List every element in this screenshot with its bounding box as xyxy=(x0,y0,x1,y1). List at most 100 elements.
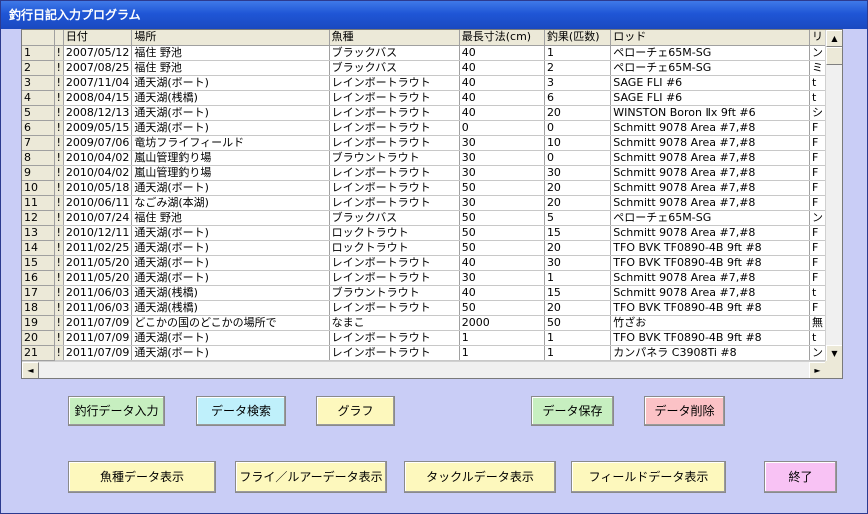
cell-place[interactable]: 通天湖(ボート) xyxy=(131,240,330,256)
cell-max-size[interactable]: 40 xyxy=(459,45,545,61)
cell-date[interactable]: 2007/11/04 xyxy=(63,75,133,91)
cell-place[interactable]: どこかの国のどこかの場所で xyxy=(131,315,330,331)
cell-rod[interactable]: Schmitt 9078 Area #7,#8 xyxy=(610,270,810,286)
row-header[interactable]: 21 xyxy=(22,345,55,361)
cell-rod[interactable]: WINSTON Boron Ⅱx 9ft #6 xyxy=(610,105,810,121)
row-header[interactable]: 16 xyxy=(22,270,55,286)
data-grid[interactable]: 日付 場所 魚種 最長寸法(cm) 釣果(匹数) ロッド リ 1! 2007/05… xyxy=(21,29,843,379)
cell-catch[interactable]: 30 xyxy=(544,255,612,271)
cell-date[interactable]: 2011/05/20 xyxy=(63,255,133,271)
column-header-date[interactable]: 日付 xyxy=(63,30,133,46)
table-row[interactable]: 3! 2007/11/04 通天湖(ボート) レインボートラウト 40 3 SAGE FLI… xyxy=(22,75,826,91)
cell-place[interactable]: 通天湖(ボート) xyxy=(131,120,330,136)
cell-date[interactable]: 2010/07/24 xyxy=(63,210,133,226)
table-row[interactable]: 13! 2010/12/11 通天湖(ボート) ロックトラウト 50 15 Schmitt … xyxy=(22,225,826,241)
cell-place[interactable]: 通天湖(ボート) xyxy=(131,330,330,346)
cell-reel[interactable]: ン xyxy=(809,210,826,226)
cell-max-size[interactable]: 40 xyxy=(459,60,545,76)
column-header-species[interactable]: 魚種 xyxy=(329,30,460,46)
cell-reel[interactable]: t xyxy=(809,75,826,91)
cell-species[interactable]: レインボートラウト xyxy=(329,270,460,286)
cell-reel[interactable]: F xyxy=(809,165,826,181)
cell-max-size[interactable]: 50 xyxy=(459,180,545,196)
cell-reel[interactable]: ン xyxy=(809,345,826,361)
cell-rod[interactable]: Schmitt 9078 Area #7,#8 xyxy=(610,180,810,196)
cell-species[interactable]: ブラックバス xyxy=(329,60,460,76)
table-row[interactable]: 9! 2010/04/02 嵐山管理釣り場 レインボートラウト 30 30 Schmitt … xyxy=(22,165,826,181)
cell-catch[interactable]: 50 xyxy=(544,315,612,331)
cell-species[interactable]: ロックトラウト xyxy=(329,225,460,241)
table-row[interactable]: 12! 2010/07/24 福住 野池 ブラックバス 50 5 ペローチェ65M-SG ン xyxy=(22,210,826,226)
table-row[interactable]: 7! 2009/07/06 竜坊フライフィールド レインボートラウト 30 10 Schmi… xyxy=(22,135,826,151)
cell-catch[interactable]: 0 xyxy=(544,150,612,166)
cell-rod[interactable]: TFO BVK TF0890-4B 9ft #8 xyxy=(610,300,810,316)
data-search-button[interactable]: データ検索 xyxy=(196,396,286,426)
scroll-right-icon[interactable]: ► xyxy=(809,362,826,378)
table-row[interactable]: 15! 2011/05/20 通天湖(ボート) レインボートラウト 40 30 TFO BV… xyxy=(22,255,826,271)
cell-max-size[interactable]: 30 xyxy=(459,195,545,211)
row-header[interactable]: 3 xyxy=(22,75,55,91)
row-header[interactable]: 12 xyxy=(22,210,55,226)
cell-species[interactable]: レインボートラウト xyxy=(329,120,460,136)
cell-date[interactable]: 2010/06/11 xyxy=(63,195,133,211)
cell-max-size[interactable]: 30 xyxy=(459,165,545,181)
cell-reel[interactable]: F xyxy=(809,255,826,271)
column-header-catch[interactable]: 釣果(匹数) xyxy=(544,30,612,46)
graph-button[interactable]: グラフ xyxy=(316,396,395,426)
cell-rod[interactable]: Schmitt 9078 Area #7,#8 xyxy=(610,285,810,301)
cell-max-size[interactable]: 30 xyxy=(459,150,545,166)
cell-reel[interactable]: F xyxy=(809,135,826,151)
cell-rod[interactable]: SAGE FLI #6 xyxy=(610,75,810,91)
row-selector[interactable]: ! xyxy=(54,210,64,226)
cell-reel[interactable]: F xyxy=(809,270,826,286)
row-selector[interactable]: ! xyxy=(54,165,64,181)
cell-rod[interactable]: Schmitt 9078 Area #7,#8 xyxy=(610,195,810,211)
fish-species-data-button[interactable]: 魚種データ表示 xyxy=(68,461,216,493)
cell-catch[interactable]: 20 xyxy=(544,240,612,256)
row-header[interactable]: 17 xyxy=(22,285,55,301)
cell-max-size[interactable]: 40 xyxy=(459,75,545,91)
cell-species[interactable]: レインボートラウト xyxy=(329,195,460,211)
cell-catch[interactable]: 0 xyxy=(544,120,612,136)
cell-place[interactable]: 通天湖(ボート) xyxy=(131,180,330,196)
column-header-place[interactable]: 場所 xyxy=(131,30,330,46)
row-selector[interactable]: ! xyxy=(54,240,64,256)
cell-reel[interactable]: シ xyxy=(809,105,826,121)
cell-species[interactable]: レインボートラウト xyxy=(329,255,460,271)
row-header[interactable]: 8 xyxy=(22,150,55,166)
cell-rod[interactable]: Schmitt 9078 Area #7,#8 xyxy=(610,120,810,136)
cell-reel[interactable]: ミ xyxy=(809,60,826,76)
scroll-left-icon[interactable]: ◄ xyxy=(22,362,39,378)
vertical-scrollbar[interactable]: ▲ ▼ xyxy=(825,30,842,362)
cell-catch[interactable]: 20 xyxy=(544,300,612,316)
cell-place[interactable]: 福住 野池 xyxy=(131,60,330,76)
table-row[interactable]: 4! 2008/04/15 通天湖(桟橋) レインボートラウト 40 6 SAGE FLI … xyxy=(22,90,826,106)
table-row[interactable]: 11! 2010/06/11 なごみ湖(本湖) レインボートラウト 30 20 Schmit… xyxy=(22,195,826,211)
table-row[interactable]: 5! 2008/12/13 通天湖(ボート) レインボートラウト 40 20 WINSTON… xyxy=(22,105,826,121)
column-header-rod[interactable]: ロッド xyxy=(610,30,810,46)
cell-catch[interactable]: 1 xyxy=(544,345,612,361)
cell-place[interactable]: 通天湖(桟橋) xyxy=(131,300,330,316)
table-row[interactable]: 17! 2011/06/03 通天湖(桟橋) ブラウントラウト 40 15 Schmitt … xyxy=(22,285,826,301)
cell-date[interactable]: 2011/06/03 xyxy=(63,300,133,316)
row-selector[interactable]: ! xyxy=(54,180,64,196)
row-selector[interactable]: ! xyxy=(54,90,64,106)
cell-species[interactable]: レインボートラウト xyxy=(329,165,460,181)
table-row[interactable]: 19! 2011/07/09 どこかの国のどこかの場所で なまこ 2000 50 竹ざお無 xyxy=(22,315,826,331)
cell-reel[interactable]: F xyxy=(809,150,826,166)
table-row[interactable]: 18! 2011/06/03 通天湖(桟橋) レインボートラウト 50 20 TFO BVK… xyxy=(22,300,826,316)
cell-place[interactable]: 通天湖(ボート) xyxy=(131,255,330,271)
cell-rod[interactable]: ペローチェ65M-SG xyxy=(610,210,810,226)
cell-reel[interactable]: F xyxy=(809,225,826,241)
cell-catch[interactable]: 20 xyxy=(544,105,612,121)
cell-reel[interactable]: 無 xyxy=(809,315,826,331)
table-row[interactable]: 14! 2011/02/25 通天湖(ボート) ロックトラウト 50 20 TFO BVK … xyxy=(22,240,826,256)
row-selector[interactable]: ! xyxy=(54,60,64,76)
cell-max-size[interactable]: 50 xyxy=(459,210,545,226)
cell-place[interactable]: 通天湖(ボート) xyxy=(131,75,330,91)
cell-reel[interactable]: F xyxy=(809,195,826,211)
cell-species[interactable]: レインボートラウト xyxy=(329,90,460,106)
table-row[interactable]: 16! 2011/05/20 通天湖(ボート) レインボートラウト 30 1 Schmitt… xyxy=(22,270,826,286)
cell-species[interactable]: ブラックバス xyxy=(329,45,460,61)
row-selector[interactable]: ! xyxy=(54,315,64,331)
